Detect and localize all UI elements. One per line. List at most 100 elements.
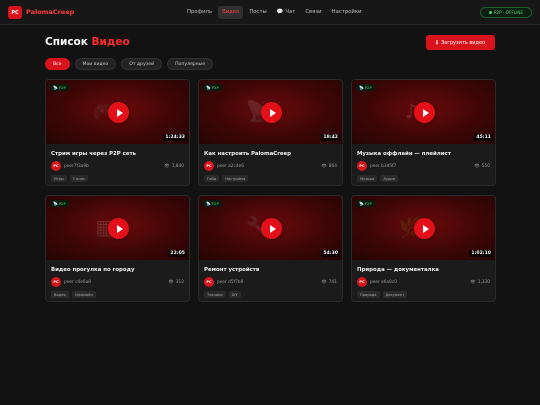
author-name[interactable]: peer d5f7b9	[217, 280, 243, 285]
tag[interactable]: Музыка	[357, 175, 378, 182]
video-title[interactable]: Природа — документалка	[357, 267, 492, 273]
view-count: 👁 550	[474, 164, 490, 169]
filter-chip-1[interactable]: Мои видео	[74, 58, 117, 70]
nav-item-3[interactable]: 💬 Чат	[273, 6, 300, 19]
author-avatar[interactable]: PC	[51, 277, 61, 287]
tag[interactable]: Документ	[382, 291, 408, 298]
tag[interactable]: Природа	[357, 291, 380, 298]
video-tags: Техника DIY	[204, 291, 241, 298]
video-title[interactable]: Стрим игры через P2P сеть	[51, 151, 186, 157]
play-button[interactable]	[414, 102, 435, 123]
page-title: Список Видео	[45, 36, 130, 48]
page-title-accent: Видео	[91, 36, 130, 48]
video-title[interactable]: Видео прогулка по городу	[51, 267, 186, 273]
satellite-icon: 📡	[206, 201, 211, 206]
author-name[interactable]: peer b3d5f7	[370, 164, 396, 169]
author-avatar[interactable]: PC	[204, 277, 214, 287]
play-button[interactable]	[108, 102, 129, 123]
view-count-value: 550	[481, 164, 490, 169]
video-thumbnail[interactable]: 📡 📡 P2P 18:42	[199, 80, 342, 144]
tag[interactable]: Техника	[204, 291, 226, 298]
logo-icon[interactable]: PC	[8, 6, 22, 19]
author-name[interactable]: peer c4e6a8	[64, 280, 91, 285]
author-name[interactable]: peer a2c4e6	[217, 164, 244, 169]
upload-video-button[interactable]: ⭳ Загрузить видео	[426, 35, 495, 50]
video-card[interactable]: ♪ 📡 P2P 45:11 Музыка оффлайн — плейлист PC pee…	[351, 79, 496, 186]
video-tags: Игры Стрим	[51, 175, 88, 182]
video-card[interactable]: ▦ 📡 P2P 22:05 Видео прогулка по городу PC peer…	[45, 195, 190, 302]
tag[interactable]: DIY	[228, 291, 241, 298]
author-avatar[interactable]: PC	[357, 277, 367, 287]
p2p-badge-label: P2P	[211, 201, 219, 206]
nav-item-1[interactable]: Видео	[218, 6, 244, 19]
play-button[interactable]	[414, 218, 435, 239]
video-thumbnail[interactable]: ▦ 📡 P2P 22:05	[46, 196, 189, 260]
tag[interactable]: Стрим	[69, 175, 88, 182]
tag[interactable]: Гайд	[204, 175, 220, 182]
p2p-badge-label: P2P	[364, 85, 372, 90]
nav-item-5[interactable]: Настройки	[328, 6, 366, 19]
main-nav: Профиль Видео Посты 💬 Чат Связи Настройки	[183, 6, 366, 19]
play-button[interactable]	[261, 102, 282, 123]
video-thumbnail[interactable]: ♪ 📡 P2P 45:11	[352, 80, 495, 144]
play-icon	[422, 224, 429, 233]
author-avatar[interactable]: PC	[51, 161, 61, 171]
app-name[interactable]: PalomaCreep	[26, 8, 74, 16]
chat-icon: 💬	[276, 9, 284, 15]
video-card[interactable]: 🌿 📡 P2P 1:02:10 Природа — документалка PC peer…	[351, 195, 496, 302]
author-name[interactable]: peer e6a8c0	[370, 280, 397, 285]
author-avatar[interactable]: PC	[204, 161, 214, 171]
status-dot-icon	[488, 11, 492, 14]
play-icon	[269, 108, 276, 117]
video-title[interactable]: Ремонт устройств	[204, 267, 339, 273]
tag[interactable]: Аудио	[380, 175, 398, 182]
nav-item-0[interactable]: Профиль	[183, 6, 216, 19]
filter-chip-2[interactable]: От друзей	[121, 58, 163, 70]
tag[interactable]: Игры	[51, 175, 67, 182]
video-card[interactable]: 🔧 📡 P2P 54:30 Ремонт устройств PC peer d5f7b9 👁…	[198, 195, 343, 302]
satellite-icon: 📡	[53, 201, 58, 206]
video-duration: 1:24:33	[163, 134, 187, 141]
nav-item-label: Связи	[305, 9, 322, 15]
author-avatar[interactable]: PC	[357, 161, 367, 171]
video-title[interactable]: Как настроить PalomaCreep	[204, 151, 339, 157]
network-status-text: P2P · OFFLINE	[493, 10, 524, 15]
video-duration: 54:30	[321, 250, 340, 257]
upload-icon: ⭳	[435, 38, 438, 46]
view-count-value: 1,330	[477, 280, 490, 285]
play-icon	[269, 224, 276, 233]
tag[interactable]: Оффлайн	[71, 291, 96, 298]
video-card[interactable]: 🎮 📡 P2P 1:24:33 Стрим игры через P2P сеть PC p…	[45, 79, 190, 186]
p2p-badge-label: P2P	[58, 201, 66, 206]
video-duration: 18:42	[321, 134, 340, 141]
nav-item-label: Чат	[285, 9, 296, 15]
play-button[interactable]	[261, 218, 282, 239]
eye-icon: 👁	[168, 280, 174, 285]
nav-item-4[interactable]: Связи	[301, 6, 325, 19]
play-button[interactable]	[108, 218, 129, 239]
page-title-prefix: Список	[45, 36, 88, 48]
tag[interactable]: Видео	[51, 291, 69, 298]
filter-chip-3[interactable]: Популярные	[167, 58, 214, 70]
author-name[interactable]: peer7f3a9b	[64, 164, 89, 169]
eye-icon: 👁	[321, 280, 327, 285]
video-thumbnail[interactable]: 🔧 📡 P2P 54:30	[199, 196, 342, 260]
video-tags: Гайд Настройка	[204, 175, 249, 182]
nav-item-label: Посты	[249, 9, 267, 15]
video-card[interactable]: 📡 📡 P2P 18:42 Как настроить PalomaCreep PC pee…	[198, 79, 343, 186]
video-thumbnail[interactable]: 🎮 📡 P2P 1:24:33	[46, 80, 189, 144]
filter-chip-0[interactable]: Все	[45, 58, 70, 70]
p2p-badge: 📡 P2P	[203, 84, 222, 91]
p2p-badge: 📡 P2P	[356, 200, 375, 207]
view-count: 👁 1,840	[164, 164, 184, 169]
nav-item-2[interactable]: Посты	[245, 6, 270, 19]
top-bar: PC PalomaCreep Профиль Видео Посты 💬 Чат Связ…	[0, 0, 540, 25]
video-tags: Музыка Аудио	[357, 175, 398, 182]
p2p-badge: 📡 P2P	[203, 200, 222, 207]
video-duration: 1:02:10	[469, 250, 493, 257]
video-title[interactable]: Музыка оффлайн — плейлист	[357, 151, 492, 157]
eye-icon: 👁	[474, 164, 480, 169]
video-thumbnail[interactable]: 🌿 📡 P2P 1:02:10	[352, 196, 495, 260]
tag[interactable]: Настройка	[222, 175, 249, 182]
eye-icon: 👁	[470, 280, 476, 285]
